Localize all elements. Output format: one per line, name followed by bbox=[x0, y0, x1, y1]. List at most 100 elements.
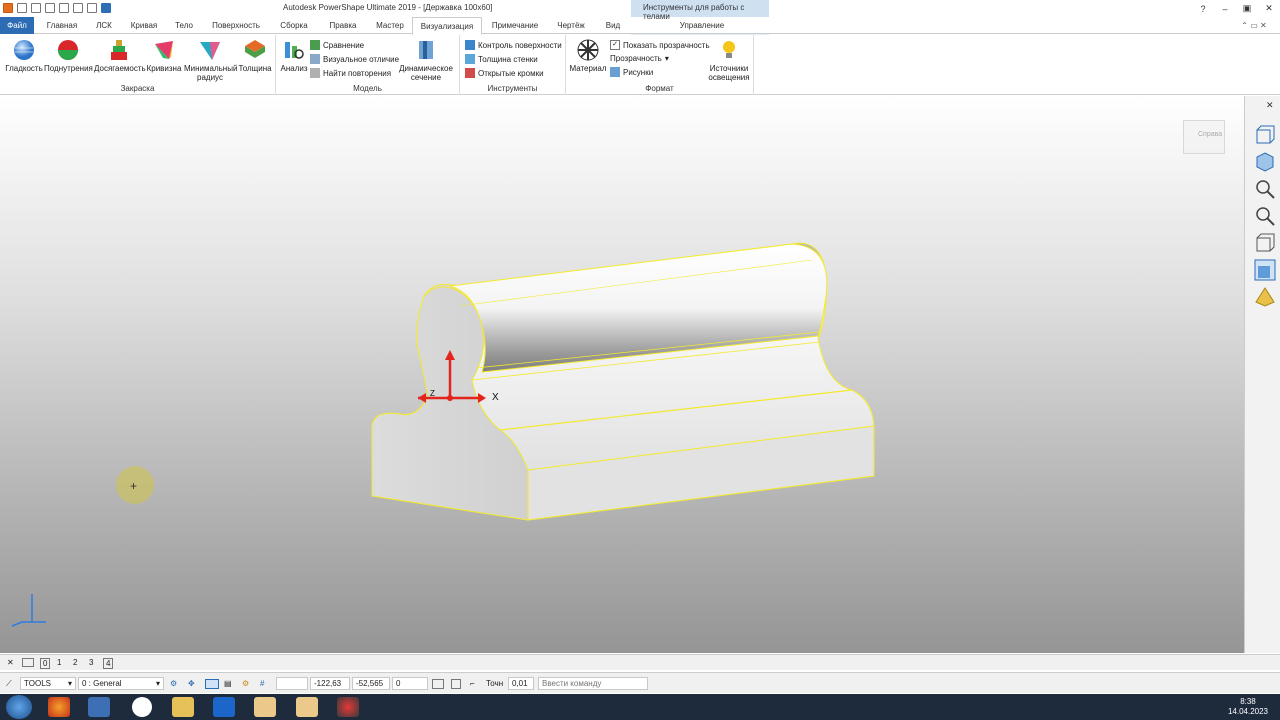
open-folder-icon[interactable] bbox=[45, 3, 55, 13]
tab-assembly[interactable]: Сборка bbox=[275, 17, 313, 34]
clock[interactable]: 8:38 14.04.2023 bbox=[1228, 697, 1268, 717]
undo-icon[interactable] bbox=[73, 3, 83, 13]
tab-drawing[interactable]: Чертёж bbox=[554, 17, 588, 34]
zoom-window-icon[interactable] bbox=[1254, 178, 1276, 200]
powershape-second-icon[interactable] bbox=[296, 697, 318, 717]
intelligent-cursor-icon[interactable]: ✥ bbox=[188, 679, 195, 688]
open-edges-button[interactable]: Открытые кромки bbox=[465, 67, 544, 79]
model-scene bbox=[371, 242, 875, 521]
tab-manage[interactable]: Управление bbox=[674, 17, 730, 34]
select-icon[interactable] bbox=[101, 3, 111, 13]
close-icon[interactable]: ✕ bbox=[7, 658, 14, 667]
shaded-view-icon[interactable] bbox=[1254, 259, 1276, 281]
holder-model[interactable] bbox=[371, 242, 875, 521]
workplane-toggle-icon[interactable] bbox=[205, 679, 219, 689]
calculator-icon[interactable] bbox=[451, 679, 461, 689]
close-panel-icon[interactable]: ✕ bbox=[1266, 100, 1274, 111]
thickness-button[interactable]: Толщина bbox=[237, 38, 273, 73]
coord-x-field[interactable]: -122,63 bbox=[310, 677, 350, 690]
file-explorer-icon[interactable] bbox=[172, 697, 194, 717]
reachability-icon bbox=[111, 40, 127, 60]
points-value-field[interactable]: 0,01 bbox=[508, 677, 534, 690]
dynamic-section-label: Динамическое сечение bbox=[399, 64, 453, 82]
taskbar: 8:38 14.04.2023 bbox=[0, 694, 1280, 720]
tab-edit[interactable]: Правка bbox=[325, 17, 361, 34]
restore-button[interactable]: ▣ bbox=[1236, 0, 1258, 17]
view-shaded-cube-icon[interactable] bbox=[1254, 151, 1276, 173]
surface-check-button[interactable]: Контроль поверхности bbox=[465, 39, 562, 51]
pictures-button[interactable]: Рисунки bbox=[610, 66, 653, 78]
view-manager-icon[interactable] bbox=[22, 658, 34, 667]
view-4[interactable]: 4 bbox=[103, 658, 114, 669]
light-sources-button[interactable]: Источники освещения bbox=[706, 38, 752, 82]
command-input[interactable] bbox=[538, 677, 648, 690]
blank-field[interactable] bbox=[276, 677, 308, 690]
save-icon[interactable] bbox=[59, 3, 69, 13]
yandex-browser-icon[interactable] bbox=[132, 697, 152, 717]
app-window-icon[interactable] bbox=[213, 697, 235, 717]
view-3[interactable]: 3 bbox=[89, 658, 93, 667]
tab-view[interactable]: Вид bbox=[602, 17, 624, 34]
recorder-icon[interactable] bbox=[337, 697, 359, 717]
network-tool-icon[interactable] bbox=[88, 697, 110, 717]
curvature-button[interactable]: Кривизна bbox=[146, 38, 182, 73]
min-radius-button[interactable]: Минимальный радиус bbox=[184, 38, 237, 82]
find-repeats-button[interactable]: Найти повторения bbox=[310, 67, 391, 79]
lock-icon[interactable]: ▤ bbox=[224, 679, 232, 688]
visual-diff-button[interactable]: Визуальное отличие bbox=[310, 53, 399, 65]
snap-icon[interactable]: ⚙ bbox=[170, 679, 177, 688]
coord-z-field[interactable]: 0 bbox=[392, 677, 428, 690]
tab-surface[interactable]: Поверхность bbox=[208, 17, 264, 34]
tab-home[interactable]: Главная bbox=[40, 17, 84, 34]
reachability-button[interactable]: Досягаемость bbox=[94, 38, 146, 73]
wall-thickness-button[interactable]: Толщина стенки bbox=[465, 53, 538, 65]
view-2[interactable]: 2 bbox=[73, 658, 77, 667]
undercuts-button[interactable]: Поднутрения bbox=[44, 38, 93, 73]
zoom-icon[interactable] bbox=[1254, 205, 1276, 227]
new-file-icon[interactable] bbox=[17, 3, 27, 13]
tab-file[interactable]: Файл bbox=[0, 17, 34, 34]
tab-curve[interactable]: Кривая bbox=[126, 17, 162, 34]
visual-diff-icon bbox=[310, 54, 320, 64]
axis-z-label: Z bbox=[430, 389, 435, 398]
app-logo-icon[interactable] bbox=[3, 3, 13, 13]
close-button[interactable]: ✕ bbox=[1258, 0, 1280, 17]
minimize-button[interactable]: – bbox=[1214, 0, 1236, 17]
material-button[interactable]: Материал bbox=[569, 38, 607, 73]
settings-icon[interactable]: ⚙ bbox=[242, 679, 249, 688]
start-button[interactable] bbox=[6, 695, 32, 719]
view-iso-box-icon[interactable] bbox=[1254, 124, 1276, 146]
smoothness-button[interactable]: Гладкость bbox=[5, 38, 43, 73]
tab-solid[interactable]: Тело bbox=[170, 17, 198, 34]
show-transparency-checkbox[interactable]: ✓ Показать прозрачность bbox=[610, 39, 710, 51]
tab-wizard[interactable]: Мастер bbox=[372, 17, 408, 34]
workplane-icon[interactable]: ⟋ bbox=[6, 679, 12, 689]
coord-y-field[interactable]: -52,565 bbox=[352, 677, 390, 690]
ribbon-window-controls[interactable]: ⌃ ▭ ✕ bbox=[1232, 17, 1276, 34]
firefox-icon[interactable] bbox=[48, 697, 70, 717]
absolute-coords-icon[interactable] bbox=[432, 679, 444, 689]
new-doc-icon[interactable] bbox=[31, 3, 41, 13]
level-selector[interactable]: TOOLS ▾ bbox=[20, 677, 76, 690]
tab-lsk[interactable]: ЛСК bbox=[90, 17, 118, 34]
graphics-viewport[interactable]: X Z Справа bbox=[0, 96, 1244, 653]
view-1[interactable]: 1 bbox=[57, 658, 61, 667]
compare-button[interactable]: Сравнение bbox=[310, 39, 364, 51]
help-button[interactable]: ? bbox=[1192, 0, 1214, 17]
powershape-icon[interactable] bbox=[254, 697, 276, 717]
view-cube[interactable]: Справа bbox=[1183, 120, 1225, 154]
view-0[interactable]: 0 bbox=[40, 658, 51, 669]
tab-visualization[interactable]: Визуализация bbox=[412, 17, 482, 35]
redo-icon[interactable] bbox=[87, 3, 97, 13]
level-name: TOOLS bbox=[24, 679, 51, 688]
tab-annotation[interactable]: Примечание bbox=[488, 17, 542, 34]
pyramid-icon[interactable] bbox=[1254, 286, 1276, 308]
thickness-label: Толщина bbox=[238, 64, 272, 73]
layer-selector[interactable]: 0 : General ▾ bbox=[78, 677, 164, 690]
wireframe-icon[interactable] bbox=[1254, 232, 1276, 254]
analysis-button[interactable]: Анализ bbox=[279, 38, 309, 73]
dynamic-section-button[interactable]: Динамическое сечение bbox=[398, 38, 454, 82]
quick-access-toolbar bbox=[3, 3, 111, 13]
transparency-dropdown[interactable]: Прозрачность ▾ bbox=[610, 52, 669, 64]
grid-icon[interactable]: # bbox=[260, 679, 264, 688]
